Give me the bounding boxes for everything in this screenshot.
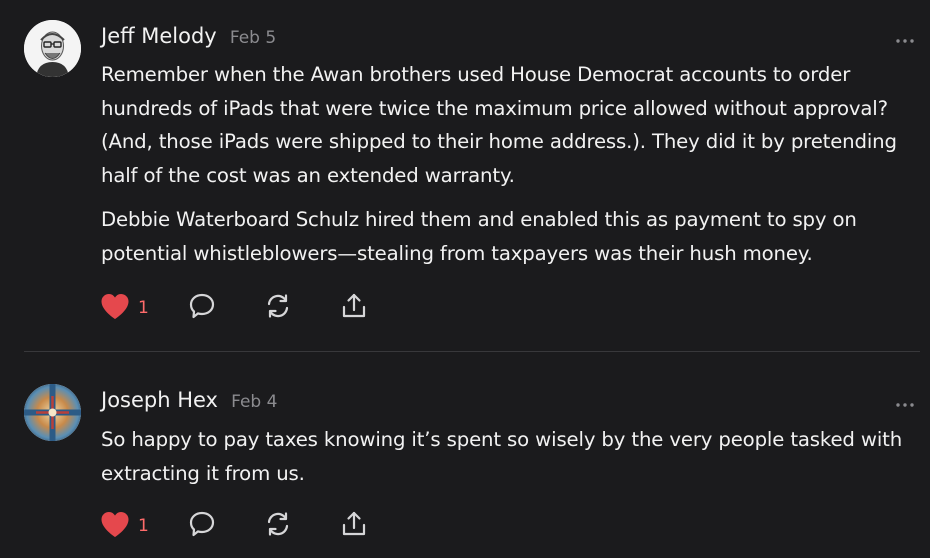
- avatar[interactable]: [24, 384, 81, 441]
- share-icon: [340, 292, 368, 324]
- comment-icon: [188, 292, 216, 324]
- heart-icon: [100, 293, 130, 324]
- comment-body: So happy to pay taxes knowing it’s spent…: [101, 423, 927, 501]
- comment-icon: [188, 510, 216, 542]
- restack-icon: [264, 292, 292, 324]
- reply-button[interactable]: [188, 510, 264, 542]
- reply-button[interactable]: [188, 292, 264, 324]
- comment-meta: Jeff Melody Feb 5: [101, 24, 276, 48]
- comment-paragraph: Remember when the Awan brothers used Hou…: [101, 63, 897, 187]
- comment-meta: Joseph Hex Feb 4: [101, 388, 277, 412]
- like-button[interactable]: 1: [100, 293, 188, 324]
- more-icon[interactable]: [894, 31, 916, 43]
- comment-actions: 1: [100, 293, 380, 323]
- restack-icon: [264, 510, 292, 542]
- author-name[interactable]: Jeff Melody: [101, 24, 217, 48]
- like-count: 1: [138, 298, 149, 318]
- more-icon[interactable]: [894, 395, 916, 407]
- comment-body: Remember when the Awan brothers used Hou…: [101, 58, 927, 281]
- comment-date[interactable]: Feb 4: [231, 392, 277, 412]
- comment-divider: [24, 351, 920, 352]
- avatar[interactable]: [24, 20, 81, 77]
- like-button[interactable]: 1: [100, 511, 188, 542]
- share-icon: [340, 510, 368, 542]
- share-button[interactable]: [340, 292, 380, 324]
- author-name[interactable]: Joseph Hex: [101, 388, 218, 412]
- comment-date[interactable]: Feb 5: [230, 28, 276, 48]
- like-count: 1: [138, 516, 149, 536]
- heart-icon: [100, 511, 130, 542]
- comment-paragraph: So happy to pay taxes knowing it’s spent…: [101, 428, 903, 485]
- comment-actions: 1: [100, 511, 380, 541]
- restack-button[interactable]: [264, 292, 340, 324]
- restack-button[interactable]: [264, 510, 340, 542]
- share-button[interactable]: [340, 510, 380, 542]
- comment-paragraph: Debbie Waterboard Schulz hired them and …: [101, 208, 857, 265]
